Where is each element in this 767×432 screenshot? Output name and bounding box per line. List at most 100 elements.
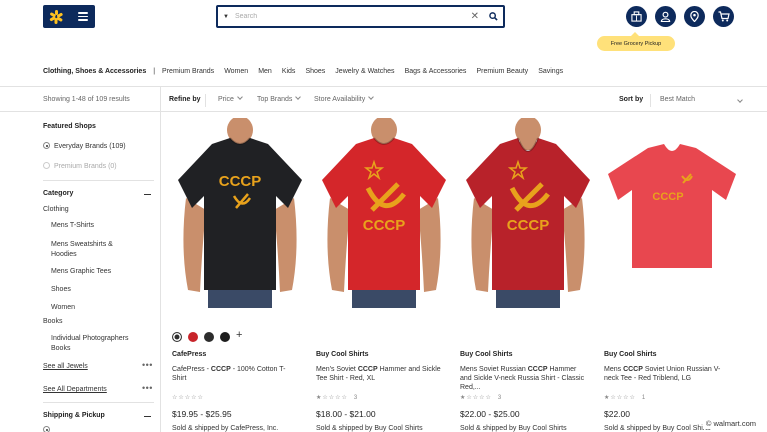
chevron-down-icon [237,94,243,100]
menu-icon[interactable] [78,12,88,21]
featured-option-label: Premium Brands (0) [54,163,117,170]
category-women[interactable]: Women [51,304,75,311]
clear-icon[interactable]: ✕ [471,11,479,22]
category-mens-graphic-tees[interactable]: Mens Graphic Tees [51,268,111,275]
more-options-icon[interactable]: ••• [142,383,153,393]
more-swatches-icon[interactable]: + [236,329,246,341]
product-image[interactable]: CCCP [460,118,596,308]
top-brands-label: Top Brands [257,96,293,103]
search-icon[interactable] [489,12,498,21]
product-rating: ☆☆☆☆☆ [172,394,210,401]
product-title[interactable]: Men's Soviet CCCP Hammer and Sickle Tee … [316,365,442,383]
cart-icon[interactable] [713,6,734,27]
product-price: $22.00 - $25.00 [460,409,520,419]
product-image[interactable]: CCCP [172,118,308,308]
price-filter-label: Price [218,96,234,103]
sort-by-text: Sort by [619,96,644,103]
see-all-departments-link[interactable]: See All Departments [43,386,107,393]
price-filter[interactable]: Price [218,94,243,103]
featured-option-label: Everyday Brands (109) [54,143,126,150]
category-clothing[interactable]: Clothing [43,206,69,213]
divider [0,111,767,112]
nav-item-clothing[interactable]: Clothing, Shoes & Accessories [43,68,146,75]
see-all-jewels-link[interactable]: See all Jewels [43,363,88,370]
divider [0,86,767,87]
product-seller: Sold & shipped by Buy Cool Shirts [604,425,711,432]
product-title-pre: Mens Soviet Russian [460,366,528,373]
product-seller: Sold & shipped by Buy Cool Shirts [460,425,567,432]
shirt-print-text: CCCP [507,217,550,234]
product-image[interactable]: CCCP [316,118,452,308]
chevron-down-icon [368,94,375,100]
search-input[interactable] [234,13,471,20]
product-seller: Sold & shipped by CafePress, Inc. [172,425,279,432]
product-title-pre: Men's Soviet [316,366,358,373]
featured-option-premium[interactable]: Premium Brands (0) [43,162,117,170]
color-swatch[interactable] [220,332,230,342]
sidebar-divider [160,86,161,432]
featured-shops-heading: Featured Shops [43,123,96,130]
color-swatch[interactable] [204,332,214,342]
nav-item-premium-brands[interactable]: Premium Brands [162,68,214,75]
chevron-down-icon [295,94,302,100]
nav-item-men[interactable]: Men [258,68,272,75]
collapse-icon[interactable] [144,416,151,418]
nav-item-kids[interactable]: Kids [282,68,296,75]
rating-stars: ☆☆☆☆☆ [172,395,204,401]
sort-dropdown[interactable]: Best Match [660,96,744,103]
rating-stars: ★☆☆☆☆ [316,395,348,401]
top-brands-filter[interactable]: Top Brands [257,94,302,103]
color-swatch[interactable] [188,332,198,342]
nav-item-premium-beauty[interactable]: Premium Beauty [476,68,528,75]
nav-item-bags[interactable]: Bags & Accessories [405,68,467,75]
more-options-icon[interactable]: ••• [142,360,153,370]
shipping-pickup-heading: Shipping & Pickup [43,412,105,419]
radio-selected-icon[interactable] [43,426,50,432]
shirt-print-text: CCCP [652,191,683,203]
product-title-pre: Mens [604,366,624,373]
product-title[interactable]: CafePress - CCCP - 100% Cotton T-Shirt [172,365,298,383]
grocery-pickup-tooltip[interactable]: Free Grocery Pickup [597,32,675,51]
department-dropdown-caret-icon[interactable]: ▼ [223,14,229,20]
category-mens-t-shirts[interactable]: Mens T-Shirts [51,222,94,229]
shirt-print-text: CCCP [219,173,262,190]
product-price: $19.95 - $25.95 [172,409,232,419]
product-brand[interactable]: Buy Cool Shirts [604,351,657,358]
product-title-keyword: CCCP [210,366,231,373]
product-image[interactable]: CCCP [604,118,740,308]
refine-by-text: Refine by [169,96,201,103]
reorder-icon[interactable] [626,6,647,27]
product-brand[interactable]: CafePress [172,351,206,358]
rating-stars: ★☆☆☆☆ [604,395,636,401]
product-title-keyword: CCCP [357,366,378,373]
shipping-option[interactable] [43,426,54,432]
store-availability-filter[interactable]: Store Availability [314,94,375,103]
category-photographers-books[interactable]: Individual Photographers Books [51,334,137,354]
featured-option-everyday[interactable]: Everyday Brands (109) [43,142,126,150]
product-price: $22.00 [604,409,630,419]
product-brand[interactable]: Buy Cool Shirts [316,351,369,358]
account-icon[interactable] [655,6,676,27]
review-count: 3 [497,395,502,401]
product-brand[interactable]: Buy Cool Shirts [460,351,513,358]
category-shoes[interactable]: Shoes [51,286,71,293]
nav-item-shoes[interactable]: Shoes [305,68,325,75]
product-title[interactable]: Mens Soviet Russian CCCP Hammer and Sick… [460,365,586,392]
collapse-icon[interactable] [144,194,151,196]
store-locator-icon[interactable] [684,6,705,27]
divider [43,180,154,181]
radio-selected-icon[interactable] [43,142,50,149]
category-mens-sweatshirts[interactable]: Mens Sweatshirts & Hoodies [51,240,123,260]
sort-value: Best Match [660,96,696,103]
color-swatch[interactable] [172,332,182,342]
product-title[interactable]: Mens CCCP Soviet Union Russian V-neck Te… [604,365,730,383]
nav-item-jewelry[interactable]: Jewelry & Watches [335,68,394,75]
nav-item-women[interactable]: Women [224,68,248,75]
category-books[interactable]: Books [43,318,62,325]
results-count: Showing 1-48 of 109 results [43,96,130,103]
radio-icon[interactable] [43,162,50,169]
watermark: © walmart.com [702,418,759,429]
nav-item-savings[interactable]: Savings [538,68,563,75]
walmart-logo[interactable] [43,5,95,28]
sort-by-label: Sort by [619,96,643,103]
